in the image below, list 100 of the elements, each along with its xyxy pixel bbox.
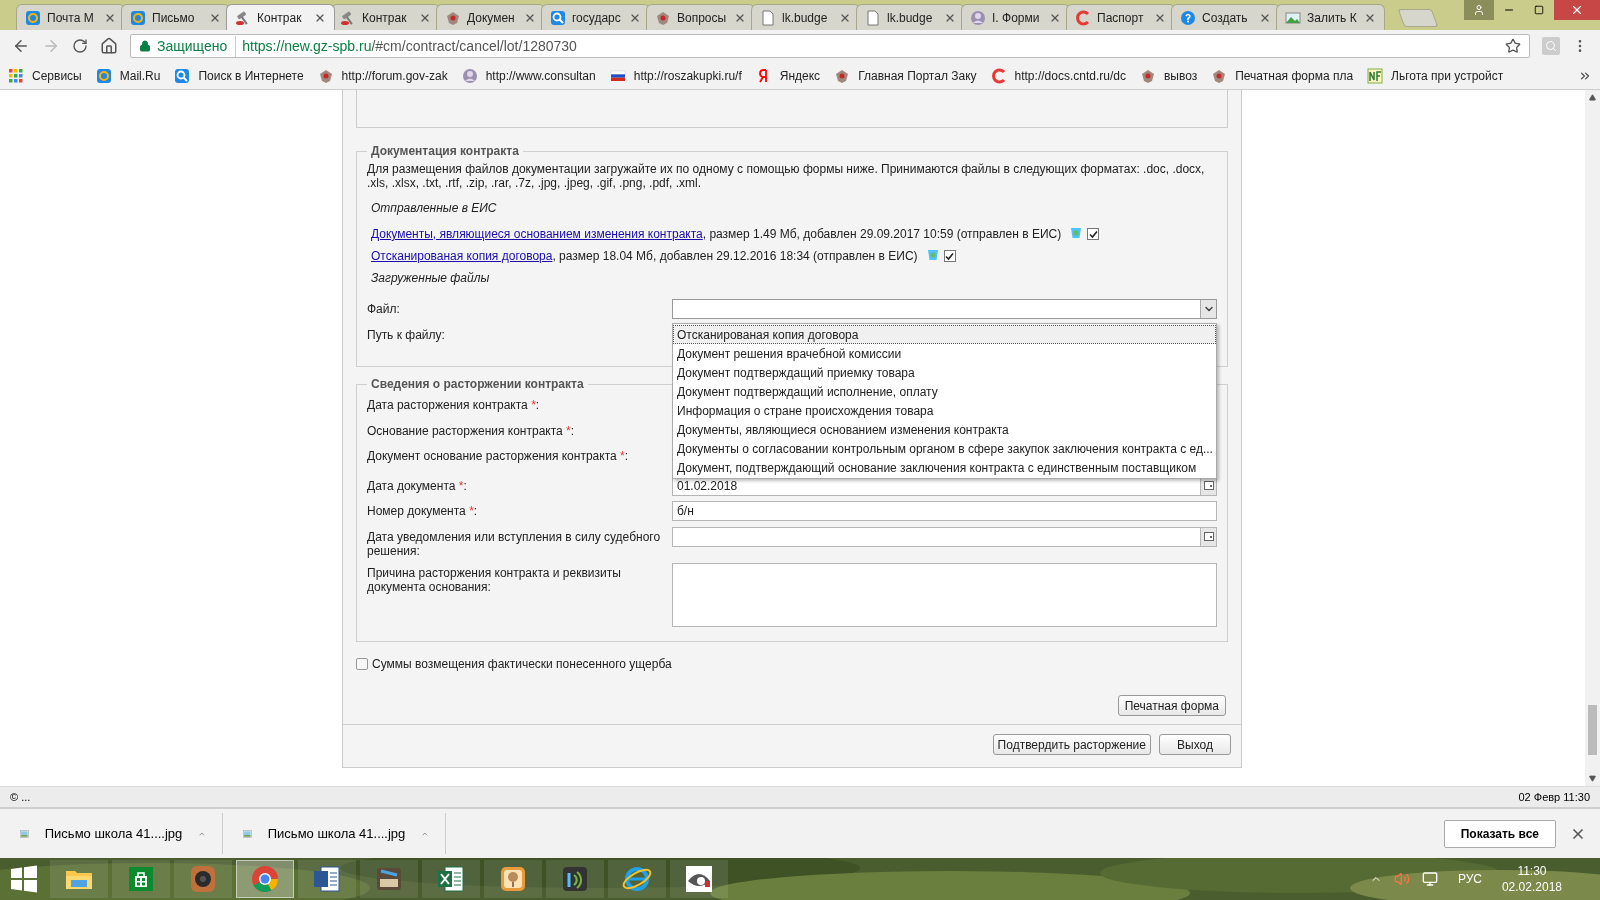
taskbar-app[interactable] <box>546 860 604 898</box>
taskbar-app[interactable] <box>670 860 728 898</box>
field-label: Основание расторжения контракта *: <box>367 422 576 440</box>
bookmark[interactable]: Льгота при устройст <box>1367 66 1504 85</box>
spreadsheet-icon <box>435 863 467 895</box>
taskbar-app[interactable] <box>112 860 170 898</box>
dropdown-option[interactable]: Документ подтверждащий приемку товара <box>673 363 1216 382</box>
upload-instructions: Для размещения файлов документации загружайте их по одному с помощью формы ниже. Принимаются файлы в следующих форматах: .doc, .docx, .xls, .xlsx, .txt, .rtf, .zip, .rar, .7z, .jpg, .jpeg, .gif, .png, .pdf, .xml. <box>367 162 1206 190</box>
clock[interactable]: 11:30 02.02.2018 <box>1501 863 1562 895</box>
bookmark[interactable]: http://www.consultan <box>461 66 596 85</box>
bookmark[interactable]: Главная Портал Заку <box>834 66 977 85</box>
dropdown-option[interactable]: Документ решения врачебной комиссии <box>673 344 1216 363</box>
eagle-emblem-icon <box>834 67 851 84</box>
browser-tab[interactable]: Залить К <box>1276 4 1385 30</box>
apps-grid-icon <box>8 67 24 84</box>
bookmark[interactable]: Яндекс <box>755 66 821 85</box>
field-value: б/н <box>677 503 694 520</box>
search-icon <box>174 67 191 84</box>
browser-tab[interactable]: Паспорт <box>1066 4 1175 30</box>
scroll-up-icon[interactable] <box>1589 94 1596 101</box>
at-sign-icon <box>25 9 41 26</box>
tab-title: Почта М <box>47 9 95 27</box>
file-type-select[interactable] <box>672 299 1217 319</box>
dropdown-option[interactable]: Отсканированая копия договора <box>673 325 1216 344</box>
tab-title: Залить К <box>1307 9 1358 27</box>
flag-icon <box>609 67 626 84</box>
taskbar-app[interactable] <box>50 860 108 898</box>
confirm-button[interactable]: Подтвердить расторжение <box>992 734 1151 755</box>
text-field[interactable]: б/н <box>672 501 1217 521</box>
file-entry: Отсканированая копия договора, размер 18.04 Мб, добавлен 29.12.2016 18:34 (отправлен в ЕИС) <box>371 248 918 265</box>
network-icon[interactable] <box>1421 871 1438 887</box>
taskbar-app[interactable] <box>484 860 542 898</box>
bookmark-star-icon[interactable] <box>1505 38 1521 54</box>
home-icon[interactable] <box>100 37 118 55</box>
eagle-emblem-icon <box>655 9 671 26</box>
browser-tab[interactable]: Контрак <box>226 4 335 30</box>
file-entry: Документы, являющиеся основанием изменения контракта, размер 1.49 Мб, добавлен 29.09.2017 10:59 (отправлен в ЕИС) <box>371 226 1062 243</box>
profile-button[interactable] <box>1464 0 1494 20</box>
download-item[interactable]: Письмо школа 41....jpg <box>223 813 446 854</box>
exit-button[interactable]: Выход <box>1159 734 1231 755</box>
restore-icon <box>1534 5 1544 15</box>
calendar-button[interactable] <box>1200 527 1216 546</box>
browser-tab[interactable]: Письмо <box>121 4 230 30</box>
bookmark[interactable]: Сервисы <box>8 66 82 85</box>
taskbar-app[interactable] <box>422 860 480 898</box>
language-indicator[interactable]: РУС <box>1457 870 1482 888</box>
tab-title: Вопросы <box>677 9 728 27</box>
c-ring-icon <box>990 67 1007 84</box>
checkbox[interactable] <box>356 658 368 670</box>
field-label: Дата документа *: <box>367 477 468 495</box>
section-title: Документация контракта <box>370 143 520 160</box>
bookmark[interactable]: http://roszakupki.ru/f <box>609 66 742 85</box>
field-label: Путь к файлу: <box>367 327 446 344</box>
tab-title: Докумен <box>467 9 516 27</box>
windows-logo-icon <box>10 865 38 893</box>
page-icon <box>760 9 776 26</box>
show-all-button[interactable]: Показать все <box>1443 819 1556 848</box>
date-field[interactable] <box>672 526 1217 547</box>
tab-title: Создать <box>1202 9 1249 27</box>
checkbox-label: Суммы возмещения фактически понесенного ущерба <box>372 656 672 673</box>
reload-icon[interactable] <box>72 38 88 54</box>
dropdown-option[interactable]: Документ подтверждащий исполнение, оплату <box>673 382 1216 401</box>
checkbox[interactable] <box>1087 228 1100 240</box>
clock-time: 11:30 <box>1517 863 1547 879</box>
eagle-emblem-icon <box>1211 67 1228 84</box>
dropdown-option[interactable]: Информация о стране происхождения товара <box>673 401 1216 420</box>
search-icon <box>550 9 566 26</box>
scrollbar[interactable] <box>1585 90 1600 786</box>
person-icon <box>1473 4 1485 16</box>
at-sign-icon <box>95 67 112 84</box>
tab-title: Письмо <box>152 9 196 27</box>
bookmark[interactable]: вывоз <box>1139 66 1198 85</box>
checkbox[interactable] <box>943 250 956 262</box>
taskbar-app[interactable] <box>174 860 232 898</box>
bookmark[interactable]: http://docs.cntd.ru/dc <box>990 66 1126 85</box>
scrollbar-thumb[interactable] <box>1588 705 1597 755</box>
taskbar-app[interactable] <box>298 860 356 898</box>
address-bar[interactable]: Защищено https://new.gz-spb.ru/#cm/contract/cancel/lot/1280730 <box>130 34 1530 58</box>
nf-logo-icon <box>1367 67 1384 84</box>
tab-title: Контрак <box>362 9 408 27</box>
taskbar-app[interactable] <box>608 860 666 898</box>
scroll-down-icon[interactable] <box>1589 775 1596 782</box>
bookmark[interactable]: Mail.Ru <box>95 66 161 85</box>
field-label: Причина расторжения контракта и реквизиты документа основания: <box>367 565 622 596</box>
subheading: Загруженные файлы <box>371 270 491 287</box>
file-link[interactable]: Документы, являющиеся основанием изменения контракта <box>371 227 703 241</box>
page-icon <box>865 9 881 26</box>
print-form-button[interactable]: Печатная форма <box>1117 695 1226 716</box>
taskbar-app[interactable] <box>360 860 418 898</box>
dropdown-option[interactable]: Документы, являющиеся основанием изменения контракта <box>673 420 1216 439</box>
bookmark[interactable]: Печатная форма пла <box>1211 66 1354 85</box>
bookmark[interactable]: http://forum.gov-zak <box>317 66 448 85</box>
back-icon[interactable] <box>12 37 30 55</box>
secure-label: Защищено <box>157 35 237 57</box>
bookmark[interactable]: Поиск в Интернете <box>174 66 304 85</box>
eagle-emblem-icon <box>317 67 334 84</box>
dropdown-option[interactable]: Документ, подтверждающий основание заключения контракта с единственным поставщиком <box>673 458 1216 477</box>
field-value: 01.02.2018 <box>676 477 739 495</box>
dropdown-option[interactable]: Документы о согласовании контрольным органом в сфере закупок заключения контракта с ед... <box>673 439 1216 458</box>
download-item[interactable]: Письмо школа 41....jpg <box>0 813 223 854</box>
